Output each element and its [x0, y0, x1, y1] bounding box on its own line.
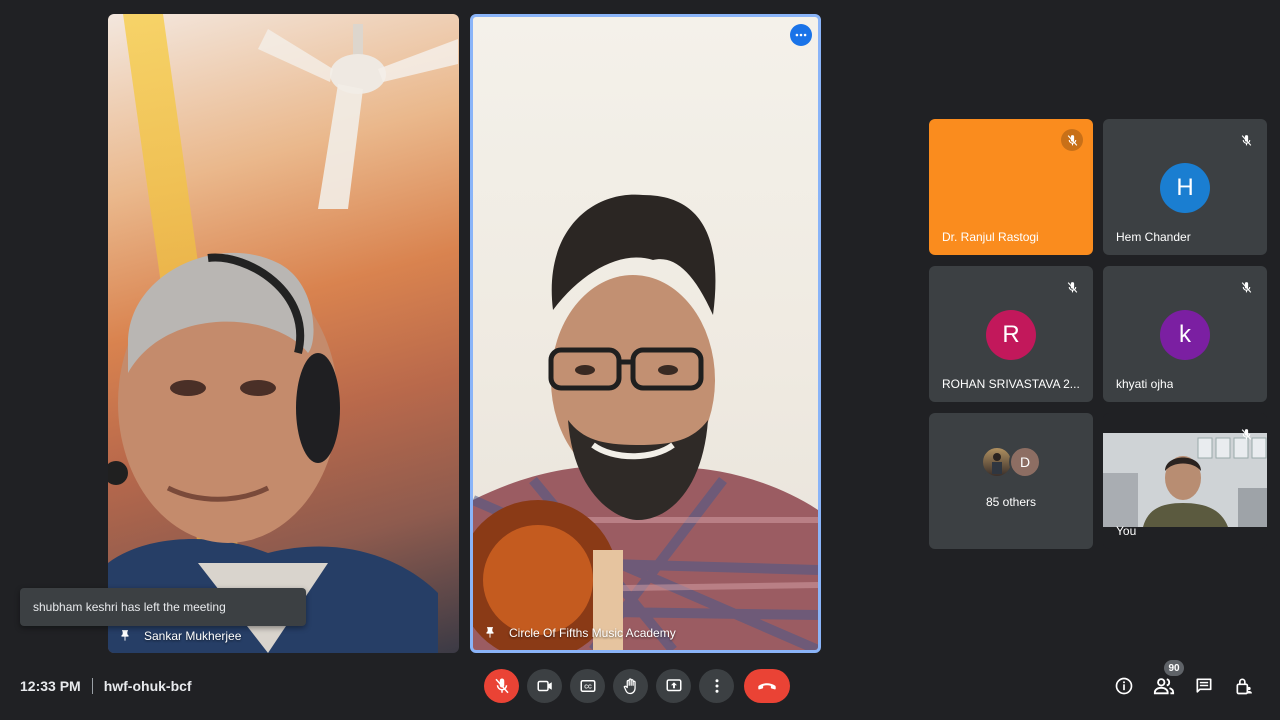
- mic-off-icon: [1235, 276, 1257, 298]
- more-vert-icon: [715, 679, 718, 693]
- chat-button[interactable]: [1192, 674, 1216, 698]
- participant-video-circle-of-fifths: [473, 194, 818, 650]
- side-panel-buttons: 90: [1112, 660, 1256, 698]
- closed-caption-icon: CC: [580, 680, 595, 692]
- current-time: 12:33 PM: [20, 678, 81, 694]
- self-video: [1103, 433, 1267, 527]
- mic-off-icon: [1061, 276, 1083, 298]
- meeting-code: hwf-ohuk-bcf: [103, 678, 192, 694]
- camera-toggle-button[interactable]: [527, 669, 562, 703]
- video-background: [258, 24, 458, 209]
- leave-call-button[interactable]: [744, 669, 790, 703]
- svg-text:CC: CC: [584, 685, 592, 691]
- participant-count-badge: 90: [1164, 660, 1184, 676]
- avatar: D: [1009, 446, 1041, 478]
- mic-off-icon: [494, 678, 509, 694]
- raise-hand-icon: [623, 678, 636, 695]
- host-controls-button[interactable]: [1232, 674, 1256, 698]
- call-controls: CC: [484, 669, 790, 703]
- tile-name-label: Circle Of Fifths Music Academy: [483, 626, 676, 640]
- present-screen-icon: [666, 679, 681, 692]
- mic-off-icon: [1235, 423, 1257, 445]
- participant-name: ROHAN SRIVASTAVA 2...: [942, 377, 1080, 391]
- toast-text: shubham keshri has left the meeting: [33, 600, 226, 614]
- bottom-bar: 12:33 PM hwf-ohuk-bcf CC 90: [0, 660, 1280, 706]
- participant-name: khyati ojha: [1116, 377, 1174, 391]
- pin-icon: [121, 630, 129, 641]
- avatar: k: [1160, 310, 1210, 360]
- people-icon: [1153, 678, 1175, 695]
- info-icon: [1115, 677, 1133, 695]
- participant-name: Hem Chander: [1116, 230, 1191, 244]
- participant-name: Dr. Ranjul Rastogi: [942, 230, 1039, 244]
- participant-tile-khyati[interactable]: k khyati ojha: [1103, 266, 1267, 402]
- participant-name: Circle Of Fifths Music Academy: [509, 626, 676, 640]
- avatar: R: [986, 310, 1036, 360]
- video-tile-sankar[interactable]: Sankar Mukherjee: [108, 14, 459, 653]
- mic-off-icon: [1061, 129, 1083, 151]
- participant-tile-others[interactable]: D 85 others: [929, 413, 1093, 549]
- meeting-details-button[interactable]: [1112, 674, 1136, 698]
- participant-tile-ranjul[interactable]: Dr. Ranjul Rastogi: [929, 119, 1093, 255]
- more-options-button[interactable]: [699, 669, 734, 703]
- participant-tile-self[interactable]: You: [1103, 413, 1267, 549]
- participant-tile-hem[interactable]: H Hem Chander: [1103, 119, 1267, 255]
- participant-name: Sankar Mukherjee: [144, 629, 242, 643]
- lock-person-icon: [1236, 678, 1252, 695]
- more-options-button[interactable]: [790, 24, 812, 46]
- pin-icon: [486, 627, 494, 638]
- left-meeting-toast: shubham keshri has left the meeting: [20, 588, 306, 626]
- divider: [91, 678, 93, 694]
- mic-toggle-button[interactable]: [484, 669, 519, 703]
- tile-name-label: Sankar Mukherjee: [118, 629, 241, 643]
- avatar: H: [1160, 163, 1210, 213]
- present-button[interactable]: [656, 669, 691, 703]
- video-tile-circle-of-fifths[interactable]: Circle Of Fifths Music Academy: [470, 14, 821, 653]
- chat-icon: [1196, 678, 1212, 693]
- meet-stage: Sankar Mukherjee Circle Of Fifths Music …: [0, 0, 1280, 720]
- participant-tile-rohan[interactable]: R ROHAN SRIVASTAVA 2...: [929, 266, 1093, 402]
- others-count-label: 85 others: [985, 495, 1037, 509]
- participant-name: You: [1116, 524, 1137, 538]
- others-avatar-group: D: [981, 446, 1041, 478]
- videocam-icon: [537, 680, 552, 692]
- meeting-details: 12:33 PM hwf-ohuk-bcf: [20, 678, 192, 694]
- captions-button[interactable]: CC: [570, 669, 605, 703]
- more-horiz-icon: [795, 33, 807, 37]
- call-end-icon: [758, 683, 776, 690]
- raise-hand-button[interactable]: [613, 669, 648, 703]
- mic-off-icon: [1235, 129, 1257, 151]
- people-button[interactable]: 90: [1152, 660, 1184, 698]
